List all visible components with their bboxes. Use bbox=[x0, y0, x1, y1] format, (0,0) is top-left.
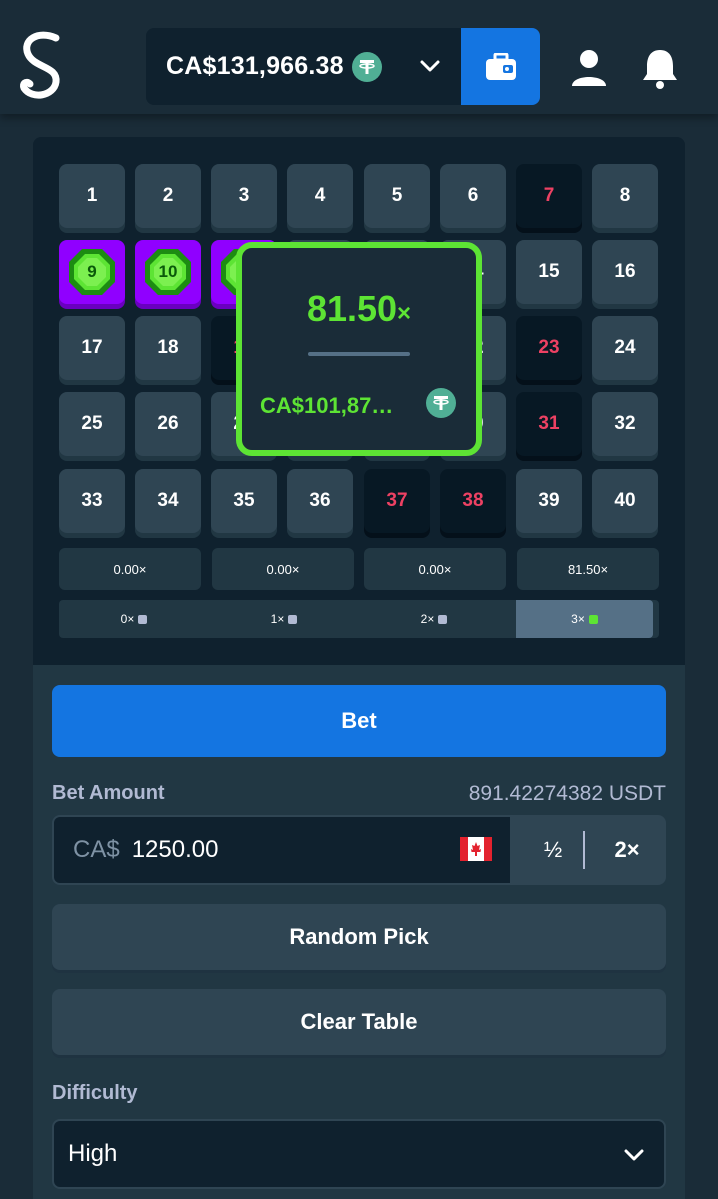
hit-cell-2: 2× bbox=[359, 600, 509, 638]
stake-logo[interactable] bbox=[18, 30, 68, 104]
tile-17[interactable]: 17 bbox=[59, 316, 125, 380]
tile-33[interactable]: 33 bbox=[59, 469, 125, 533]
user-icon[interactable] bbox=[569, 48, 609, 88]
gem-dot-icon bbox=[588, 614, 598, 624]
tile-32[interactable]: 32 bbox=[592, 392, 658, 456]
payout-cell: 81.50× bbox=[517, 548, 659, 590]
tile-25[interactable]: 25 bbox=[59, 392, 125, 456]
tile-24[interactable]: 24 bbox=[592, 316, 658, 380]
bell-icon[interactable] bbox=[638, 46, 682, 90]
payout-cell: 0.00× bbox=[364, 548, 506, 590]
tile-4[interactable]: 4 bbox=[287, 164, 353, 228]
hit-cell-3: 3× bbox=[516, 600, 653, 638]
win-amount: CA$101,87… bbox=[260, 393, 394, 418]
half-button[interactable]: ½ bbox=[522, 815, 584, 885]
bet-amount-value: 1250.00 bbox=[131, 836, 219, 863]
bet-amount-input[interactable]: CA$ 1250.00 bbox=[54, 817, 510, 883]
tile-18[interactable]: 18 bbox=[135, 316, 201, 380]
tile-number: 10 bbox=[158, 262, 178, 281]
tile-40[interactable]: 40 bbox=[592, 469, 658, 533]
gem-icon: 9 bbox=[67, 247, 117, 297]
difficulty-select[interactable]: High bbox=[52, 1119, 666, 1189]
bet-amount-label: Bet Amount bbox=[52, 782, 165, 804]
tile-10[interactable]: 10 bbox=[135, 240, 201, 304]
tile-39[interactable]: 39 bbox=[516, 469, 582, 533]
tile-7[interactable]: 7 bbox=[516, 164, 582, 228]
tile-2[interactable]: 2 bbox=[135, 164, 201, 228]
tile-16[interactable]: 16 bbox=[592, 240, 658, 304]
gem-dot-icon bbox=[288, 614, 298, 624]
bet-button[interactable]: Bet bbox=[52, 685, 666, 757]
tether-icon bbox=[351, 51, 382, 82]
tile-26[interactable]: 26 bbox=[135, 392, 201, 456]
tile-8[interactable]: 8 bbox=[592, 164, 658, 228]
balance-amount: CA$131,966.38 bbox=[166, 52, 344, 80]
hit-cell-1: 1× bbox=[209, 600, 359, 638]
gem-dot-icon bbox=[138, 614, 148, 624]
divider bbox=[583, 831, 585, 869]
top-bar: CA$131,966.38 bbox=[0, 0, 718, 114]
difficulty-value: High bbox=[68, 1140, 118, 1167]
currency-prefix: CA$ bbox=[73, 836, 120, 863]
tile-37[interactable]: 37 bbox=[364, 469, 430, 533]
tile-35[interactable]: 35 bbox=[211, 469, 277, 533]
random-pick-button[interactable]: Random Pick bbox=[52, 904, 666, 970]
difficulty-label: Difficulty bbox=[52, 1082, 138, 1104]
tile-9[interactable]: 9 bbox=[59, 240, 125, 304]
payout-cell: 0.00× bbox=[59, 548, 201, 590]
hit-label: 3× bbox=[571, 612, 585, 626]
win-multiplier: 81.50× bbox=[306, 288, 412, 329]
hit-label: 0× bbox=[120, 612, 135, 626]
hit-label: 1× bbox=[270, 612, 285, 626]
tile-number: 9 bbox=[87, 262, 97, 281]
tile-5[interactable]: 5 bbox=[364, 164, 430, 228]
wallet-icon bbox=[485, 52, 516, 80]
tile-38[interactable]: 38 bbox=[440, 469, 506, 533]
tile-34[interactable]: 34 bbox=[135, 469, 201, 533]
win-popup: 81.50× CA$101,87… bbox=[236, 242, 482, 456]
tile-3[interactable]: 3 bbox=[211, 164, 277, 228]
payout-cell: 0.00× bbox=[212, 548, 354, 590]
bet-amount-group: CA$ 1250.00 ½ 2× bbox=[52, 815, 666, 885]
tile-1[interactable]: 1 bbox=[59, 164, 125, 228]
tile-6[interactable]: 6 bbox=[440, 164, 506, 228]
chevron-down-icon bbox=[420, 60, 440, 72]
hit-label: 2× bbox=[420, 612, 435, 626]
tether-icon bbox=[426, 388, 456, 418]
hits-row: 0× 1× 2× 3× bbox=[59, 600, 659, 638]
divider bbox=[308, 352, 410, 356]
gem-dot-icon bbox=[438, 614, 448, 624]
balance-selector[interactable]: CA$131,966.38 bbox=[146, 28, 462, 105]
gem-icon: 10 bbox=[143, 247, 193, 297]
canada-flag-icon bbox=[460, 837, 492, 861]
hit-cell-0: 0× bbox=[59, 600, 209, 638]
tile-36[interactable]: 36 bbox=[287, 469, 353, 533]
double-button[interactable]: 2× bbox=[592, 815, 662, 885]
tile-15[interactable]: 15 bbox=[516, 240, 582, 304]
tile-23[interactable]: 23 bbox=[516, 316, 582, 380]
chevron-down-icon bbox=[624, 1149, 644, 1161]
usdt-equivalent: 891.42274382 USDT bbox=[468, 782, 666, 805]
tile-31[interactable]: 31 bbox=[516, 392, 582, 456]
wallet-button[interactable] bbox=[461, 28, 540, 105]
clear-table-button[interactable]: Clear Table bbox=[52, 989, 666, 1055]
